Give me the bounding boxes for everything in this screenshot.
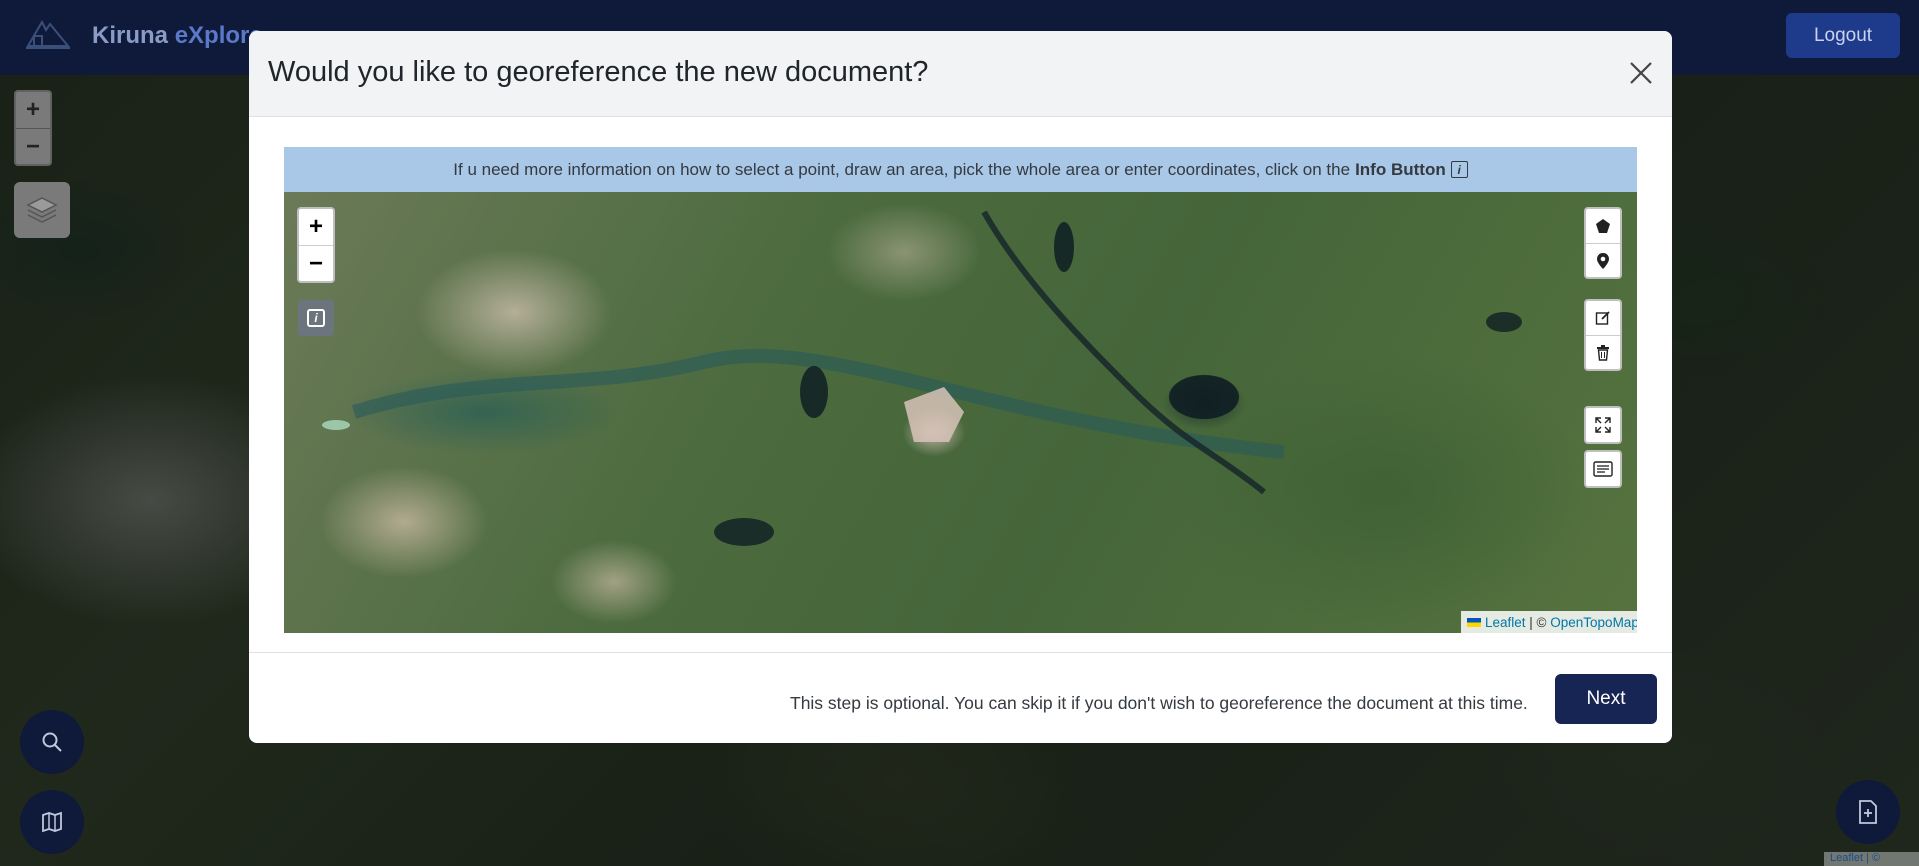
search-button[interactable] (20, 710, 84, 774)
polygon-icon (1596, 219, 1610, 233)
expand-icon (1595, 417, 1611, 433)
search-icon (42, 732, 62, 752)
info-banner: If u need more information on how to sel… (284, 147, 1637, 192)
map-info-button[interactable]: i (298, 300, 334, 336)
map-terrain-features (322, 210, 1522, 546)
draw-polygon-button[interactable] (1586, 209, 1620, 243)
trash-icon (1597, 344, 1609, 361)
modal-title: Would you like to georeference the new d… (268, 56, 929, 88)
marker-icon (1597, 252, 1609, 269)
info-text: If u need more information on how to sel… (453, 159, 1351, 179)
edit-layers-button[interactable] (1586, 301, 1620, 335)
coordinates-card-icon (1593, 461, 1613, 477)
info-inline-icon: i (1450, 161, 1468, 178)
opentopomap-link[interactable]: OpenTopoMap (1550, 615, 1637, 630)
delete-layers-button[interactable] (1586, 335, 1620, 369)
optional-step-note: This step is optional. You can skip it i… (790, 693, 1528, 713)
fullscreen-control (1584, 406, 1622, 444)
close-icon[interactable] (1627, 59, 1655, 87)
kiruna-logo-icon (26, 19, 71, 49)
modal-header: Would you like to georeference the new d… (249, 31, 1672, 117)
georeference-modal: Would you like to georeference the new d… (249, 31, 1672, 743)
background-zoom-out-button[interactable]: − (16, 128, 50, 164)
georeference-map[interactable]: + − i Leaflet | © OpenTopoMap (284, 192, 1637, 633)
enter-coordinates-button[interactable] (1586, 452, 1620, 486)
add-document-button[interactable] (1836, 780, 1900, 844)
add-document-icon (1859, 800, 1877, 824)
attribution-separator: | © (1525, 614, 1551, 630)
ukraine-flag-icon (1467, 617, 1481, 627)
map-icon (42, 811, 62, 833)
background-zoom-control: + − (14, 90, 52, 166)
info-icon: i (307, 309, 325, 327)
map-zoom-out-button[interactable]: − (299, 245, 333, 281)
draw-toolbar (1584, 207, 1622, 279)
leaflet-link[interactable]: Leaflet (1485, 615, 1526, 630)
modal-footer: This step is optional. You can skip it i… (249, 652, 1672, 743)
edit-toolbar (1584, 299, 1622, 371)
coordinates-control (1584, 450, 1622, 488)
map-attribution: Leaflet | © OpenTopoMap (1461, 611, 1637, 633)
layers-icon (26, 197, 58, 223)
draw-marker-button[interactable] (1586, 243, 1620, 277)
map-zoom-in-button[interactable]: + (299, 209, 333, 245)
brand-title[interactable]: Kiruna eXplore (92, 22, 263, 50)
next-button[interactable]: Next (1555, 674, 1657, 724)
info-button-label: Info Button (1355, 159, 1446, 179)
background-zoom-in-button[interactable]: + (16, 92, 50, 128)
edit-icon (1595, 311, 1610, 325)
map-button[interactable] (20, 790, 84, 854)
brand-part1: Kiruna (92, 22, 175, 49)
background-attribution: Leaflet | © (1824, 852, 1919, 866)
layers-button[interactable] (14, 182, 70, 238)
map-zoom-control: + − (297, 207, 335, 283)
fullscreen-button[interactable] (1586, 408, 1620, 442)
logout-button[interactable]: Logout (1786, 13, 1900, 58)
